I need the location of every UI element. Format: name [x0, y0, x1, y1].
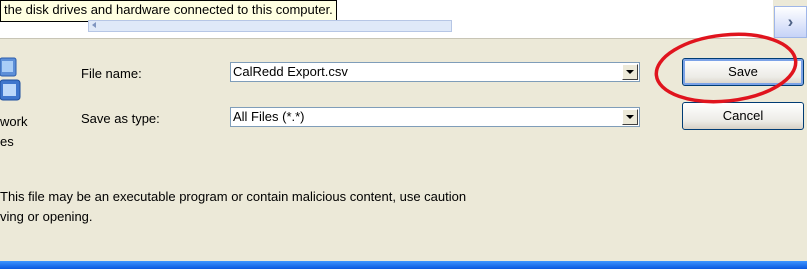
taskbar — [0, 261, 807, 269]
save-as-type-value: All Files (*.*) — [233, 109, 305, 124]
security-warning: This file may be an executable program o… — [0, 187, 700, 227]
save-as-type-select[interactable]: All Files (*.*) — [230, 107, 640, 127]
places-bar-label[interactable]: work es — [0, 112, 50, 152]
save-button[interactable]: Save — [682, 58, 804, 86]
file-name-label: File name: — [81, 66, 142, 81]
horizontal-scrollbar[interactable] — [88, 20, 452, 32]
network-places-icon[interactable] — [0, 56, 22, 104]
chevron-right-icon: › — [787, 12, 794, 31]
chevron-down-icon[interactable] — [622, 109, 638, 125]
cancel-button[interactable]: Cancel — [682, 102, 804, 130]
warning-line2: ving or opening. — [0, 209, 93, 224]
save-as-type-label: Save as type: — [81, 111, 160, 126]
file-name-value[interactable]: CalRedd Export.csv — [233, 64, 348, 80]
tooltip: the disk drives and hardware connected t… — [0, 0, 337, 22]
warning-line1: This file may be an executable program o… — [0, 189, 467, 204]
scroll-left-arrow-icon[interactable] — [92, 22, 96, 28]
places-label-line2: es — [0, 134, 14, 149]
file-list-pane[interactable]: the disk drives and hardware connected t… — [0, 0, 773, 39]
places-label-line1: work — [0, 114, 28, 129]
scroll-right-button[interactable]: › — [774, 6, 807, 38]
file-name-combobox[interactable]: CalRedd Export.csv — [230, 62, 640, 82]
chevron-down-icon[interactable] — [622, 64, 638, 80]
tooltip-text: the disk drives and hardware connected t… — [4, 2, 333, 17]
